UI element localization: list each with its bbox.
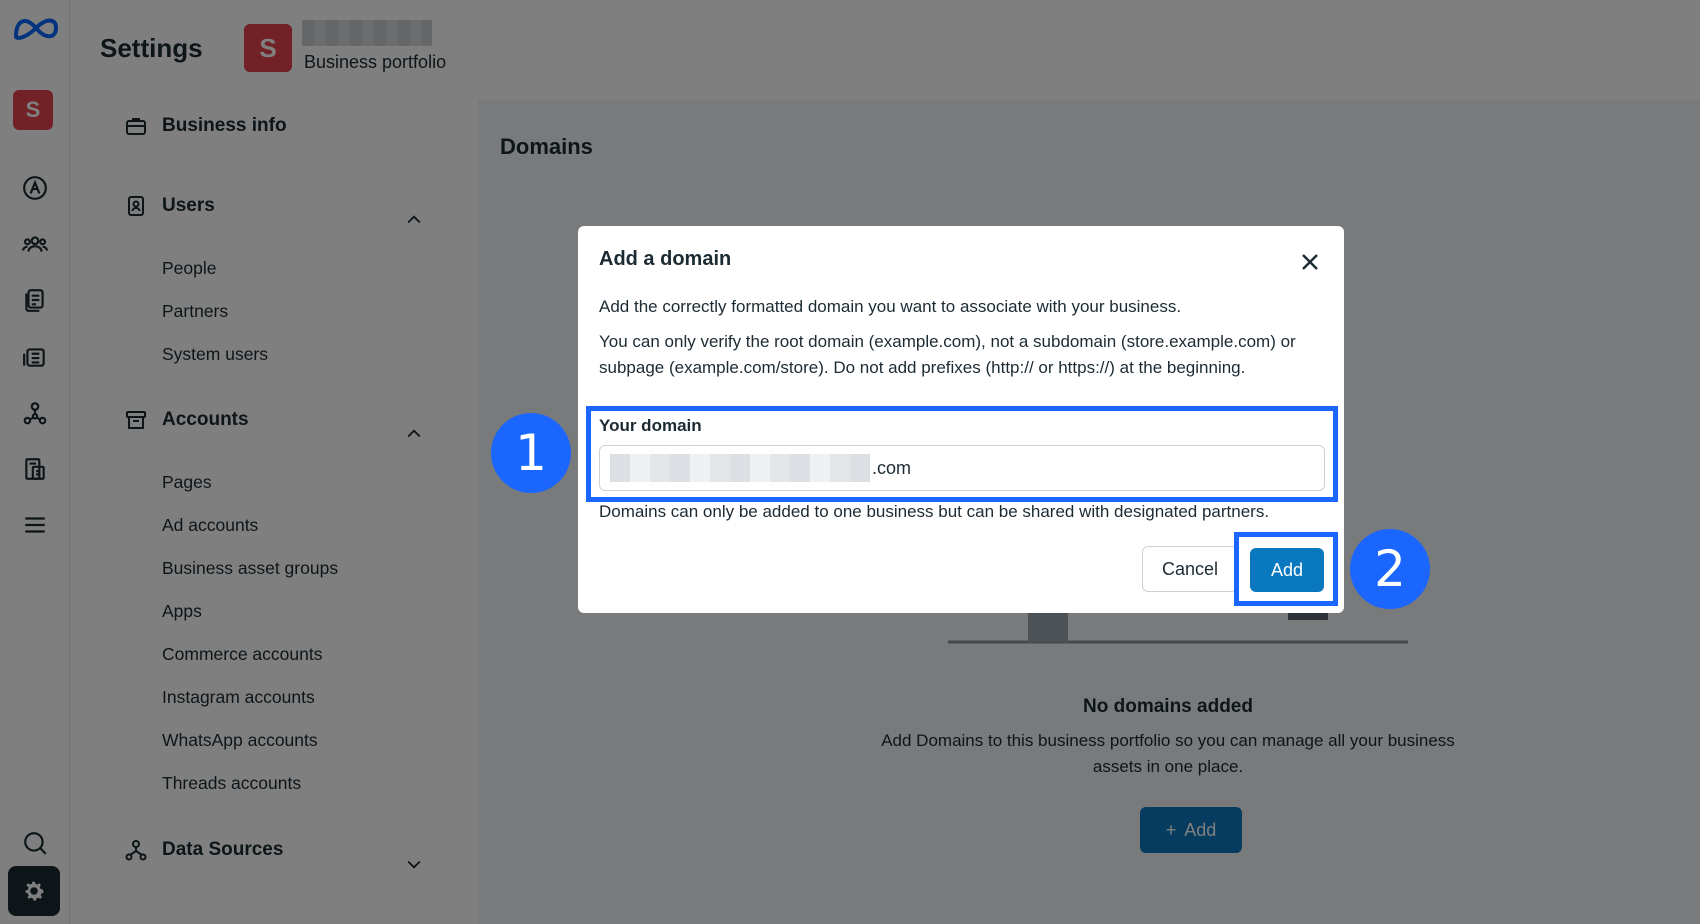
callout-highlight-add-button	[1234, 532, 1338, 606]
callout-badge-1: 1	[491, 413, 571, 493]
domain-help-text: Domains can only be added to one busines…	[599, 502, 1270, 521]
dialog-intro-text: Add the correctly formatted domain you w…	[599, 297, 1182, 316]
callout-badge-2: 2	[1350, 529, 1430, 609]
dialog-title: Add a domain	[599, 248, 732, 270]
close-icon[interactable]	[1296, 248, 1324, 276]
dialog-instructions-text: You can only verify the root domain (exa…	[599, 332, 1296, 377]
cancel-button[interactable]: Cancel	[1142, 546, 1238, 592]
callout-highlight-domain-field	[586, 406, 1338, 502]
